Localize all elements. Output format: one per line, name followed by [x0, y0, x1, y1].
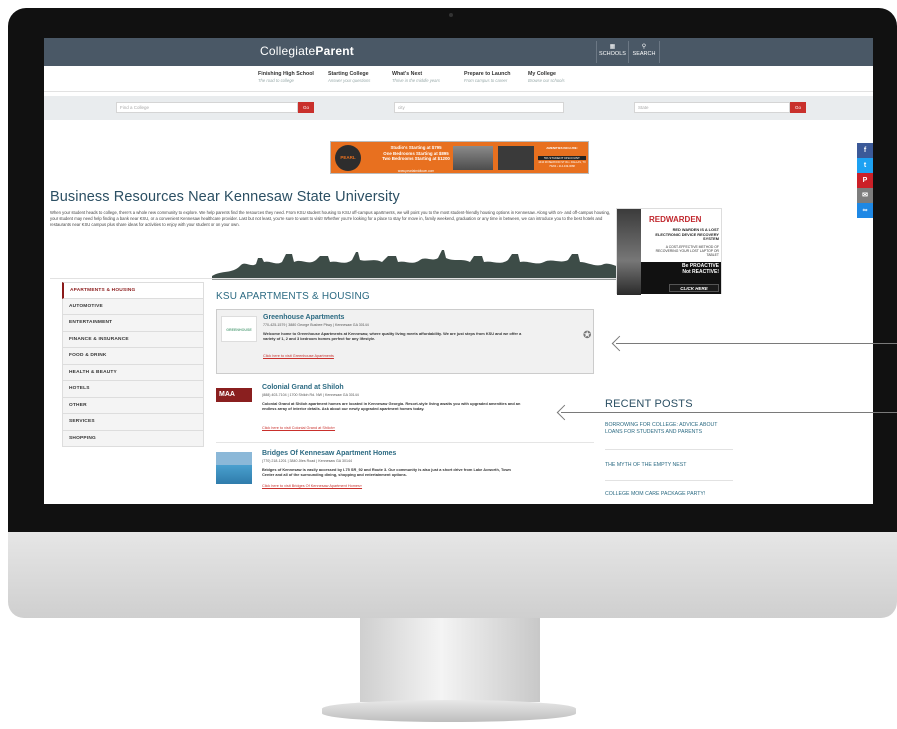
category-sidebar: APARTMENTS & HOUSING AUTOMOTIVE ENTERTAI…	[62, 282, 204, 447]
listing-name[interactable]: Greenhouse Apartments	[263, 314, 344, 321]
nav-item-finishing-high-school[interactable]: Finishing High School The road to college	[258, 71, 314, 83]
maa-logo: MAA	[216, 388, 252, 402]
schools-button[interactable]: ▦ SCHOOLS	[596, 41, 628, 63]
nav-item-whats-next[interactable]: What's Next Thrive in the middle years	[392, 71, 440, 83]
listing-bridges-of-kennesaw: Bridges Of Kennesaw Apartment Homes (770…	[216, 446, 594, 502]
recent-post-item[interactable]: BORROWING FOR COLLEGE: ADVICE ABOUT LOAN…	[605, 422, 733, 436]
listing-description: Colonial Grand at Shiloh apartment homes…	[262, 401, 521, 412]
ad-photo	[453, 146, 493, 170]
listing-link[interactable]: Click here to visit Colonial Grand at Sh…	[262, 426, 335, 430]
city-input[interactable]: city	[394, 102, 564, 113]
listing-description: Welcome home to Greenhouse Apartments at…	[263, 331, 522, 342]
award-ribbon-icon: ✪	[583, 330, 592, 341]
category-shopping[interactable]: SHOPPING	[62, 430, 204, 447]
ad-proactive: Be PROACTIVE Not REACTIVE!	[682, 263, 719, 275]
listing-divider	[216, 442, 594, 443]
listing-link[interactable]: Click here to visit Bridges Of Kennesaw …	[262, 484, 362, 488]
listing-meta: (770) 218-1201 | 3840 Jiles Road | Kenne…	[262, 459, 352, 463]
click-here-button[interactable]: CLICK HERE	[669, 284, 719, 292]
category-services[interactable]: SERVICES	[62, 414, 204, 431]
category-health-beauty[interactable]: HEALTH & BEAUTY	[62, 364, 204, 381]
monitor-chin	[8, 532, 897, 618]
nav-item-starting-college[interactable]: Starting College Answer your questions	[328, 71, 370, 83]
state-input[interactable]: State	[634, 102, 790, 113]
college-search-bar: Find a College Go city State Go	[44, 96, 873, 120]
redwarden-logo: REDWARDEN	[649, 215, 702, 224]
ad-tagline: RED WARDEN IS A LOST ELECTRONIC DEVICE R…	[655, 227, 719, 242]
camera-icon	[449, 13, 453, 17]
recent-posts-title: RECENT POSTS	[605, 398, 693, 410]
facebook-icon[interactable]: f	[857, 143, 873, 158]
nav-item-my-college[interactable]: My College Browse our schools	[528, 71, 565, 83]
callout-arrow-line	[616, 343, 897, 345]
logo-prefix: Collegiate	[260, 44, 316, 58]
recent-post-divider	[605, 480, 733, 481]
page-title: Business Resources Near Kennesaw State U…	[50, 189, 400, 205]
listing-name[interactable]: Bridges Of Kennesaw Apartment Homes	[262, 450, 396, 457]
main-nav: Finishing High School The road to college…	[44, 66, 873, 92]
listing-meta: 770-425-1579 | 3880 George Busbee Pkwy |…	[263, 323, 369, 327]
category-food-drink[interactable]: FOOD & DRINK	[62, 348, 204, 365]
listing-description: Bridges of Kennesaw is easily accessed b…	[262, 467, 511, 478]
category-finance-insurance[interactable]: FINANCE & INSURANCE	[62, 331, 204, 348]
recent-post-item[interactable]: THE MYTH OF THE EMPTY NEST	[605, 462, 733, 469]
pinterest-icon[interactable]: P	[857, 173, 873, 188]
site-logo[interactable]: CollegiateParent	[260, 44, 354, 58]
email-icon[interactable]: ✉	[857, 188, 873, 203]
recent-post-item[interactable]: COLLEGE MOM CARE PACKAGE PARTY!	[605, 491, 733, 498]
ad-laptop-image	[617, 209, 641, 295]
college-search-input[interactable]: Find a College	[116, 102, 298, 113]
pearl-banner-ad[interactable]: PEARL Studio's Starting at $795 One Bedr…	[330, 141, 589, 174]
category-other[interactable]: OTHER	[62, 397, 204, 414]
search-button[interactable]: ⚲ SEARCH	[628, 41, 660, 63]
pool-photo	[216, 452, 252, 484]
listing-greenhouse-apartments: GREENHOUSE Greenhouse Apartments 770-425…	[216, 309, 594, 374]
site-header: CollegiateParent ▦ SCHOOLS ⚲ SEARCH	[44, 38, 873, 66]
listing-link[interactable]: Click here to visit Greenhouse Apartment…	[263, 354, 334, 358]
nav-item-prepare-to-launch[interactable]: Prepare to Launch From campus to career	[464, 71, 511, 83]
monitor-stand	[360, 618, 540, 702]
recent-post-divider	[605, 449, 733, 450]
category-apartments-housing[interactable]: APARTMENTS & HOUSING	[62, 282, 204, 299]
monitor-mockup: CollegiateParent ▦ SCHOOLS ⚲ SEARCH Fini…	[0, 0, 897, 729]
listing-colonial-grand: MAA Colonial Grand at Shiloh (888) 403-7…	[216, 380, 594, 438]
ad-subtagline: A COST-EFFECTIVE METHOD OF RECOVERING YO…	[655, 245, 719, 258]
listing-meta: (888) 403-7104 | 1700 Shiloh Rd. NW | Ke…	[262, 393, 359, 397]
category-automotive[interactable]: AUTOMOTIVE	[62, 298, 204, 315]
ad-url: www.pearlatmidtown.com	[397, 169, 435, 173]
browser-screen: CollegiateParent ▦ SCHOOLS ⚲ SEARCH Fini…	[44, 38, 873, 504]
intro-divider	[50, 278, 626, 279]
callout-arrow-line	[561, 412, 897, 414]
category-entertainment[interactable]: ENTERTAINMENT	[62, 315, 204, 332]
greenhouse-logo: GREENHOUSE	[221, 316, 257, 342]
twitter-icon[interactable]: t	[857, 158, 873, 173]
link-icon[interactable]: ∞	[857, 203, 873, 218]
college-go-button[interactable]: Go	[298, 102, 314, 113]
ad-amenities: AMENITIES INCLUDE: 5% STUDENT DISCOUNT 4…	[538, 146, 586, 168]
building-icon: ▦	[609, 44, 616, 50]
logo-suffix: Parent	[315, 44, 354, 58]
redwarden-ad[interactable]: REDWARDEN RED WARDEN IS A LOST ELECTRONI…	[616, 208, 722, 295]
page-intro: When your student heads to college, ther…	[50, 210, 611, 228]
campus-skyline-illustration	[212, 250, 630, 280]
listing-name[interactable]: Colonial Grand at Shiloh	[262, 384, 344, 391]
category-hotels[interactable]: HOTELS	[62, 381, 204, 398]
ad-photo-2	[498, 146, 534, 170]
location-go-button[interactable]: Go	[790, 102, 806, 113]
section-title: KSU APARTMENTS & HOUSING	[216, 291, 370, 302]
pearl-logo: PEARL	[335, 145, 361, 171]
schools-label: SCHOOLS	[599, 51, 626, 57]
monitor-foot	[322, 700, 576, 722]
search-label: SEARCH	[632, 51, 656, 57]
social-share-bar: f t P ✉ ∞	[857, 143, 873, 218]
ad-pricing: Studio's Starting at $795 One Bedrooms S…	[382, 145, 450, 162]
search-icon: ⚲	[641, 44, 647, 50]
